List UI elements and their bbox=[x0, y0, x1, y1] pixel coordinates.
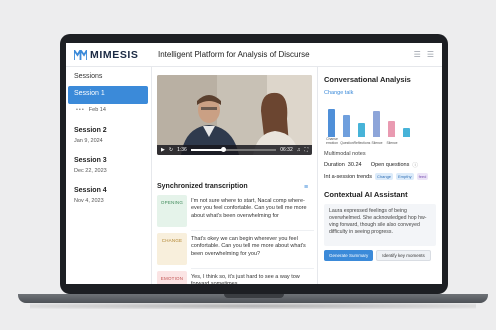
badge-change[interactable]: Change bbox=[375, 173, 394, 180]
progress-handle[interactable] bbox=[221, 147, 227, 152]
session-date: Dec 22, 2023 bbox=[74, 168, 107, 174]
chart-bar bbox=[403, 128, 410, 137]
chart-bar bbox=[343, 115, 350, 137]
logo-text: MIMESIS bbox=[90, 48, 139, 61]
sidebar-item-session-2[interactable]: Session 2 Jan 9, 2024 bbox=[68, 124, 148, 154]
change-talk-chart: Chanse emotion Question Reflections Silence… bbox=[324, 99, 436, 145]
badge-empathy[interactable]: Empthy bbox=[396, 173, 414, 180]
chart-bar bbox=[373, 110, 380, 137]
list-icon[interactable]: ☰ bbox=[427, 50, 434, 59]
transcript-tag: EMOTION bbox=[157, 271, 187, 284]
info-icon: ⓘ bbox=[412, 163, 418, 169]
video-player[interactable]: ▶ ↻ 1:36 06:32 ♫ ⛶ bbox=[157, 75, 312, 155]
video-frame-image bbox=[157, 75, 312, 155]
analysis-subtitle: Change talk bbox=[324, 90, 354, 96]
transcript-text: I'm not sure where to start, Nacal comp … bbox=[191, 195, 314, 231]
transcript-row[interactable]: CHANGE That's okey we can begin wherever… bbox=[157, 233, 314, 269]
transcript-text: Yes, I think so, it's just hard to see a… bbox=[191, 274, 300, 284]
sessions-sidebar: Sessions Session 1 ••• Feb 14 Session 2 J… bbox=[66, 67, 152, 284]
volume-icon[interactable]: ♫ bbox=[297, 147, 301, 153]
sidebar-item-session-1[interactable]: Session 1 bbox=[68, 86, 148, 104]
analysis-title: Conversational Analysis bbox=[324, 75, 411, 84]
session-label: Session 1 bbox=[74, 90, 105, 97]
laptop-notch bbox=[224, 294, 284, 298]
session-date: Jan 9, 2024 bbox=[74, 138, 103, 144]
multimodal-title: Multimodal notes bbox=[324, 151, 366, 157]
session-label: Session 2 bbox=[74, 127, 107, 134]
time-total: 06:32 bbox=[280, 147, 293, 153]
badge-feed[interactable]: feed bbox=[416, 173, 429, 180]
fullscreen-icon[interactable]: ⛶ bbox=[304, 147, 308, 153]
time-current: 1:36 bbox=[177, 147, 187, 153]
sidebar-item-session-4[interactable]: Session 4 Nov 4, 2023 bbox=[68, 184, 148, 214]
transcript-row[interactable]: EMOTION Yes, I think so, it's just hard … bbox=[157, 271, 314, 284]
chart-bar bbox=[388, 120, 395, 137]
duration-value: 30.24 bbox=[347, 162, 362, 168]
analysis-panel: Conversational Analysis Change talk Chan… bbox=[318, 67, 442, 284]
app-screen: MIMESIS Intelligent Platform for Analysi… bbox=[66, 43, 442, 284]
multimodal-row: Int a-session trends Change Empthy feed bbox=[324, 173, 436, 180]
assistant-message: Laura expressed feelings of being overwh… bbox=[324, 204, 436, 246]
chart-bar bbox=[358, 122, 365, 137]
sidebar-item-session-3[interactable]: Session 3 Dec 22, 2023 bbox=[68, 154, 148, 184]
assistant-title: Contextual AI Assistant bbox=[324, 190, 408, 199]
session-date: Nov 4, 2023 bbox=[74, 198, 104, 204]
chart-bar bbox=[328, 108, 335, 137]
logo[interactable]: MIMESIS bbox=[66, 49, 158, 61]
duration-label: Duration bbox=[324, 162, 345, 168]
menu-icon[interactable]: ☰ bbox=[414, 50, 421, 59]
transcription-title: Synchronized transcription bbox=[157, 183, 248, 190]
video-progress-bar[interactable] bbox=[190, 147, 277, 152]
video-controls: ▶ ↻ 1:36 06:32 ♫ ⛶ bbox=[157, 145, 312, 155]
logo-m-icon bbox=[74, 49, 87, 60]
laptop-shadow bbox=[30, 303, 476, 309]
session-date: ••• Feb 14 bbox=[76, 107, 106, 113]
questions-label: Open questions bbox=[370, 162, 410, 168]
progress-fill bbox=[190, 149, 224, 151]
intervals-label: Int a-session trends bbox=[324, 173, 372, 180]
session-label: Session 3 bbox=[74, 157, 107, 164]
transcript-text: That's okey we can begin wherever you fe… bbox=[191, 233, 314, 269]
filter-icon[interactable]: ≡ bbox=[304, 184, 308, 191]
transcript-tag: OPENING bbox=[157, 195, 187, 227]
play-icon[interactable]: ▶ bbox=[161, 147, 165, 153]
replay-icon[interactable]: ↻ bbox=[169, 147, 173, 153]
identify-moments-button[interactable]: Identify key moments bbox=[376, 250, 431, 261]
page-title: Intelligent Platform for Analysis of Dis… bbox=[158, 50, 310, 59]
generate-summary-button[interactable]: Generate Summary bbox=[324, 250, 374, 261]
main-panel: ▶ ↻ 1:36 06:32 ♫ ⛶ Synchronized transcri… bbox=[152, 67, 318, 284]
transcript-row[interactable]: OPENING I'm not sure where to start, Nac… bbox=[157, 195, 314, 231]
session-label: Session 4 bbox=[74, 187, 107, 194]
top-bar: MIMESIS Intelligent Platform for Analysi… bbox=[66, 43, 442, 67]
multimodal-row: Duration 30.24 Open questions ⓘ bbox=[324, 161, 436, 169]
chart-category-label: Silence bbox=[386, 141, 398, 145]
more-icon[interactable]: ••• bbox=[76, 107, 85, 113]
transcript-tag: CHANGE bbox=[157, 233, 187, 265]
sidebar-title: Sessions bbox=[74, 73, 103, 80]
